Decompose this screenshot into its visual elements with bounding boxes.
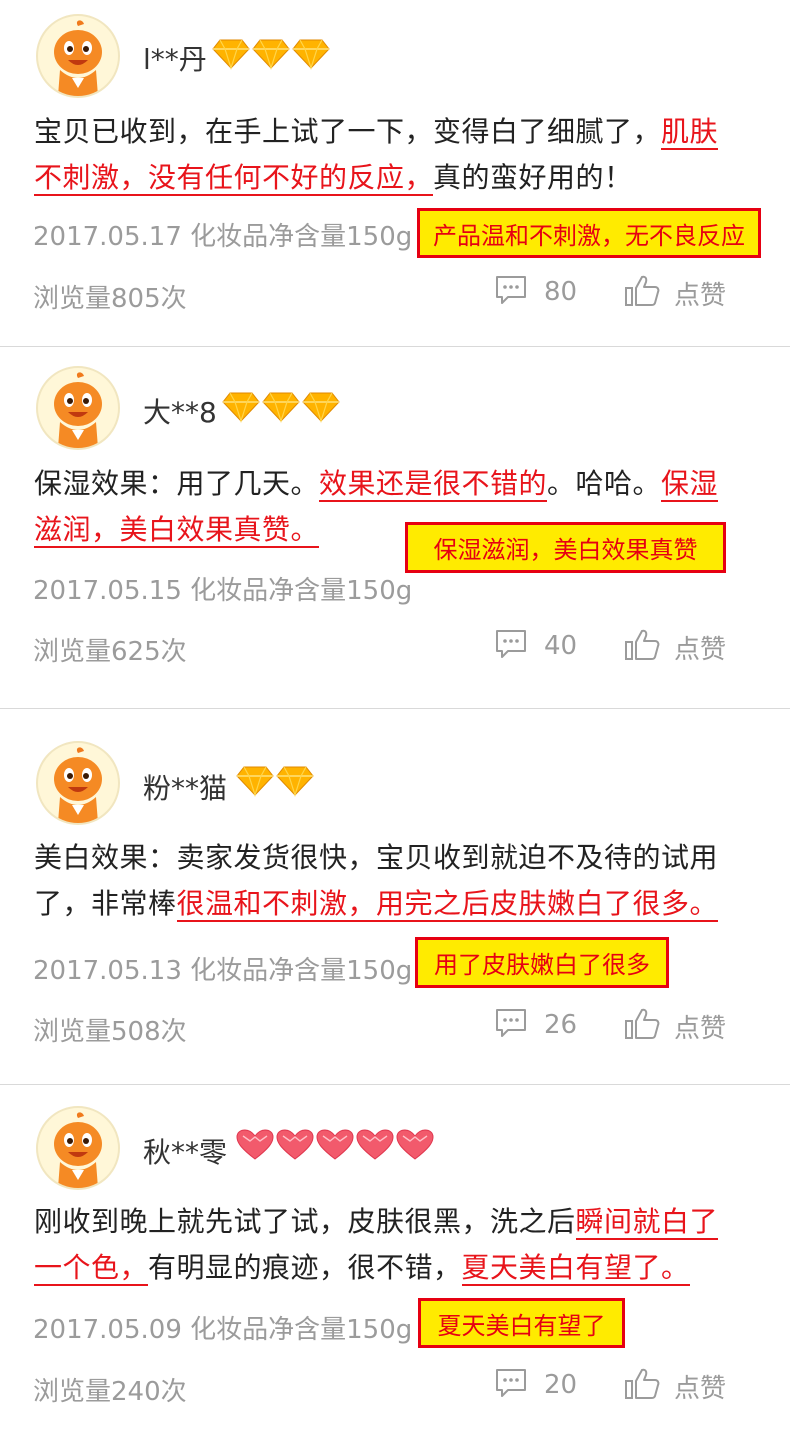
username[interactable]: l**丹 (143, 38, 207, 78)
like-button[interactable]: 点赞 (624, 1007, 726, 1045)
heart-icon (236, 1129, 274, 1161)
heart-icon (316, 1129, 354, 1161)
thumbs-up-icon (624, 628, 660, 666)
annotation-callout: 产品温和不刺激，无不良反应 (417, 208, 761, 258)
comment-button[interactable]: 80 (494, 274, 577, 310)
annotation-callout: 用了皮肤嫩白了很多 (415, 937, 669, 988)
like-label: 点赞 (674, 280, 727, 311)
diamond-icon (276, 765, 314, 797)
text-segment: 保湿效果：用了几天。 (34, 467, 320, 500)
username[interactable]: 秋**零 (143, 1131, 227, 1171)
review-text: 刚收到晚上就先试了试，皮肤很黑，洗之后瞬间就白了一个色，有明显的痕迹，很不错，夏… (34, 1199, 734, 1291)
annotation-callout: 保湿滋润，美白效果真赞 (405, 522, 726, 573)
review-meta: 2017.05.15 化妆品净含量150g (33, 576, 413, 606)
like-label: 点赞 (674, 634, 727, 665)
like-button[interactable]: 点赞 (624, 274, 726, 312)
review-text: 美白效果：卖家发货很快，宝贝收到就迫不及待的试用了，非常棒很温和不刺激，用完之后… (34, 835, 734, 927)
thumbs-up-icon (624, 274, 660, 312)
comment-count: 26 (544, 1010, 578, 1040)
review-meta: 2017.05.13 化妆品净含量150g (33, 956, 413, 986)
heart-icon (276, 1129, 314, 1161)
view-count: 浏览量508次 (33, 1017, 187, 1047)
heart-icon (396, 1129, 434, 1161)
thumbs-up-icon (624, 1007, 660, 1045)
diamond-icon (262, 391, 300, 423)
text-segment: 刚收到晚上就先试了试，皮肤很黑，洗之后 (34, 1205, 576, 1238)
review-card: 大**8 保湿效果：用了几天。效果还是很不错的。哈哈。保湿滋润，美白效果真赞。 … (0, 347, 790, 707)
username[interactable]: 大**8 (143, 391, 217, 431)
avatar[interactable] (36, 14, 120, 98)
comment-button[interactable]: 40 (494, 628, 577, 664)
avatar[interactable] (36, 1106, 120, 1190)
level-badges (236, 1129, 434, 1161)
like-label: 点赞 (674, 1013, 727, 1044)
level-badges (236, 765, 314, 797)
heart-icon (356, 1129, 394, 1161)
avatar[interactable] (36, 741, 120, 825)
highlighted-text: 夏天美白有望了。 (461, 1251, 690, 1286)
review-text: 宝贝已收到，在手上试了一下，变得白了细腻了，肌肤不刺激，没有任何不好的反应，真的… (34, 109, 734, 201)
comment-icon (494, 628, 528, 664)
comment-icon (494, 274, 528, 310)
level-badges (212, 38, 330, 70)
comment-icon (494, 1367, 528, 1403)
text-segment: 真的蛮好用的！ (433, 161, 633, 194)
review-meta: 2017.05.09 化妆品净含量150g (33, 1315, 413, 1345)
like-button[interactable]: 点赞 (624, 628, 726, 666)
review-card: 粉**猫 美白效果：卖家发货很快，宝贝收到就迫不及待的试用了，非常棒很温和不刺激… (0, 709, 790, 1083)
like-button[interactable]: 点赞 (624, 1367, 726, 1405)
comment-count: 40 (544, 631, 578, 661)
comment-button[interactable]: 26 (494, 1007, 577, 1043)
thumbs-up-icon (624, 1367, 660, 1405)
text-segment: 宝贝已收到，在手上试了一下，变得白了细腻了， (34, 115, 662, 148)
view-count: 浏览量625次 (33, 637, 187, 667)
view-count: 浏览量805次 (33, 284, 187, 314)
diamond-icon (302, 391, 340, 423)
diamond-icon (236, 765, 274, 797)
comment-count: 80 (544, 277, 578, 307)
comment-button[interactable]: 20 (494, 1367, 577, 1403)
review-card: l**丹 宝贝已收到，在手上试了一下，变得白了细腻了，肌肤不刺激，没有任何不好的… (0, 0, 790, 346)
comment-count: 20 (544, 1370, 578, 1400)
diamond-icon (292, 38, 330, 70)
diamond-icon (222, 391, 260, 423)
diamond-icon (212, 38, 250, 70)
annotation-callout: 夏天美白有望了 (418, 1298, 625, 1348)
comment-icon (494, 1007, 528, 1043)
avatar[interactable] (36, 366, 120, 450)
text-segment: 。哈哈。 (547, 467, 662, 500)
like-label: 点赞 (674, 1373, 727, 1404)
text-segment: 有明显的痕迹，很不错， (148, 1251, 462, 1284)
view-count: 浏览量240次 (33, 1377, 187, 1407)
highlighted-text: 效果还是很不错的 (319, 467, 548, 502)
level-badges (222, 391, 340, 423)
username[interactable]: 粉**猫 (143, 767, 227, 807)
review-meta: 2017.05.17 化妆品净含量150g (33, 222, 413, 252)
highlighted-text: 很温和不刺激，用完之后皮肤嫩白了很多。 (176, 887, 719, 922)
review-card: 秋**零 刚收到晚上就先试了试，皮肤很黑，洗之后瞬间就白了一个色，有明显的痕迹，… (0, 1085, 790, 1445)
diamond-icon (252, 38, 290, 70)
